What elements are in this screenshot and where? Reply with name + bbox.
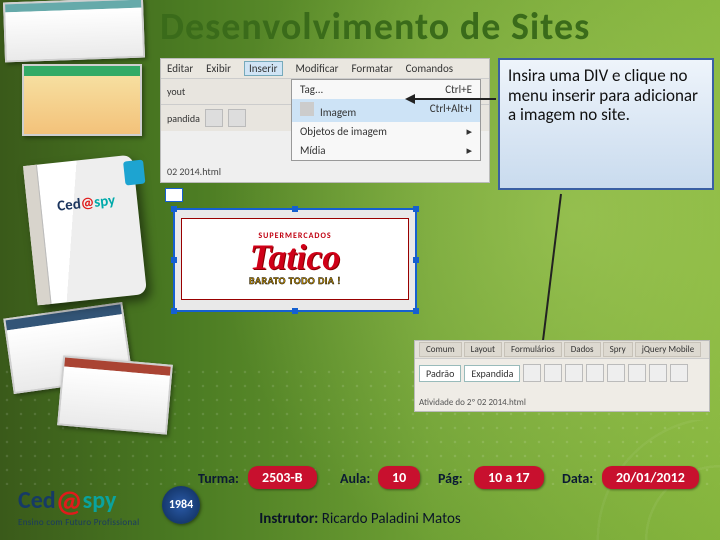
open-file-label: 02 2014.html bbox=[167, 165, 221, 178]
dropdown-item-objetos[interactable]: Objetos de imagem ▸ bbox=[292, 122, 480, 141]
insert-button[interactable] bbox=[670, 364, 688, 382]
toolbar-button[interactable] bbox=[228, 109, 246, 127]
dreamweaver-menu-screenshot: Editar Exibir Inserir Modificar Formatar… bbox=[160, 58, 490, 183]
dropdown-label: Mídia bbox=[300, 144, 326, 157]
aula-badge: 10 bbox=[378, 466, 420, 489]
logo-year: 1984 bbox=[162, 486, 200, 524]
turma-badge: 2503-B bbox=[248, 466, 317, 489]
dropdown-shortcut: Ctrl+Alt+I bbox=[430, 102, 472, 119]
chevron-right-icon: ▸ bbox=[466, 144, 472, 157]
book-logo: Ced@spy bbox=[50, 190, 127, 267]
tab-layout[interactable]: Layout bbox=[464, 342, 502, 357]
toolbar-button[interactable] bbox=[205, 109, 223, 127]
turma-label: Turma: bbox=[198, 470, 239, 487]
insert-button[interactable] bbox=[607, 364, 625, 382]
thumb-item bbox=[3, 0, 145, 62]
menu-formatar[interactable]: Formatar bbox=[352, 62, 393, 75]
arrow-to-menu bbox=[408, 98, 496, 100]
aula-label: Aula: bbox=[340, 470, 370, 487]
resize-handle[interactable] bbox=[292, 308, 298, 314]
resize-handle[interactable] bbox=[292, 206, 298, 212]
cedaspy-logo: Ced@spy 1984 Ensino com Futuro Profissio… bbox=[18, 480, 178, 534]
insert-panel-tabs: Comum Layout Formulários Dados Spry jQue… bbox=[415, 341, 709, 359]
book-logo-ced: Ced bbox=[56, 195, 81, 215]
menu-editar[interactable]: Editar bbox=[167, 62, 193, 75]
dropdown-label: Tag... bbox=[300, 83, 323, 96]
resize-handle[interactable] bbox=[413, 257, 419, 263]
tab-jquery[interactable]: jQuery Mobile bbox=[635, 342, 701, 357]
tatico-brand: Tatico bbox=[250, 241, 341, 273]
instructor-name: Ricardo Paladini Matos bbox=[322, 510, 461, 528]
insert-dropdown: Tag... Ctrl+E Imagem Ctrl+Alt+I Objetos … bbox=[291, 79, 481, 161]
selected-div-canvas: SUPERMERCADOS Tatico BARATO TODO DIA ! bbox=[165, 200, 425, 320]
slide-title: Desenvolvimento de Sites bbox=[160, 4, 710, 50]
resize-handle[interactable] bbox=[171, 308, 177, 314]
chevron-right-icon: ▸ bbox=[466, 125, 472, 138]
dropdown-label: Imagem bbox=[320, 106, 356, 119]
menu-comandos[interactable]: Comandos bbox=[406, 62, 453, 75]
dropdown-item-imagem[interactable]: Imagem Ctrl+Alt+I bbox=[292, 99, 480, 122]
book-tab bbox=[123, 160, 145, 186]
resize-handle[interactable] bbox=[413, 308, 419, 314]
insert-button[interactable] bbox=[628, 364, 646, 382]
mode-expandida[interactable]: Expandida bbox=[464, 365, 520, 382]
insert-panel-file: Atividade do 2º 02 2014.html bbox=[419, 397, 526, 408]
dropdown-item-tag[interactable]: Tag... Ctrl+E bbox=[292, 80, 480, 99]
image-icon bbox=[300, 102, 314, 116]
menu-exibir[interactable]: Exibir bbox=[206, 62, 231, 75]
tab-dados[interactable]: Dados bbox=[564, 342, 601, 357]
insert-panel-screenshot: Comum Layout Formulários Dados Spry jQue… bbox=[414, 340, 710, 412]
resize-handle[interactable] bbox=[413, 206, 419, 212]
div-tag-icon bbox=[165, 188, 183, 202]
thumb-item bbox=[57, 355, 173, 434]
logo-tagline: Ensino com Futuro Profissional bbox=[18, 517, 178, 528]
thumb-item bbox=[22, 64, 142, 136]
book-logo-spy: spy bbox=[93, 192, 116, 212]
logo-ced: Ced bbox=[18, 486, 56, 515]
insert-button[interactable] bbox=[544, 364, 562, 382]
pag-label: Pág: bbox=[438, 470, 463, 487]
toolbar-label-layout: yout bbox=[167, 85, 185, 98]
cedaspy-book: Ced@spy bbox=[23, 155, 147, 306]
data-label: Data: bbox=[562, 470, 593, 487]
insert-button[interactable] bbox=[523, 364, 541, 382]
dropdown-item-midia[interactable]: Mídia ▸ bbox=[292, 141, 480, 160]
dropdown-shortcut: Ctrl+E bbox=[445, 83, 472, 96]
insert-button[interactable] bbox=[586, 364, 604, 382]
tab-formularios[interactable]: Formulários bbox=[504, 342, 562, 357]
resize-handle[interactable] bbox=[171, 257, 177, 263]
pag-badge: 10 a 17 bbox=[474, 466, 544, 489]
data-badge: 20/01/2012 bbox=[602, 466, 699, 489]
resize-handle[interactable] bbox=[171, 206, 177, 212]
logo-spy: spy bbox=[83, 486, 117, 515]
tatico-slogan: BARATO TODO DIA ! bbox=[249, 274, 341, 287]
insert-button[interactable] bbox=[565, 364, 583, 382]
instruction-callout: Insira uma DIV e clique no menu inserir … bbox=[498, 58, 714, 190]
insert-button[interactable] bbox=[649, 364, 667, 382]
menu-inserir[interactable]: Inserir bbox=[244, 61, 283, 76]
tatico-logo: SUPERMERCADOS Tatico BARATO TODO DIA ! bbox=[181, 218, 409, 300]
instructor-label: Instrutor: bbox=[259, 510, 318, 528]
menubar: Editar Exibir Inserir Modificar Formatar… bbox=[161, 59, 489, 79]
mode-padrao[interactable]: Padrão bbox=[419, 365, 461, 382]
dropdown-label: Objetos de imagem bbox=[300, 125, 387, 138]
insert-panel-row: Padrão Expandida bbox=[415, 359, 709, 387]
toolbar-label-expandida: pandida bbox=[167, 112, 200, 125]
logo-at-icon: @ bbox=[56, 483, 83, 520]
tab-spry[interactable]: Spry bbox=[603, 342, 633, 357]
menu-modificar[interactable]: Modificar bbox=[296, 62, 339, 75]
tab-comum[interactable]: Comum bbox=[419, 342, 462, 357]
